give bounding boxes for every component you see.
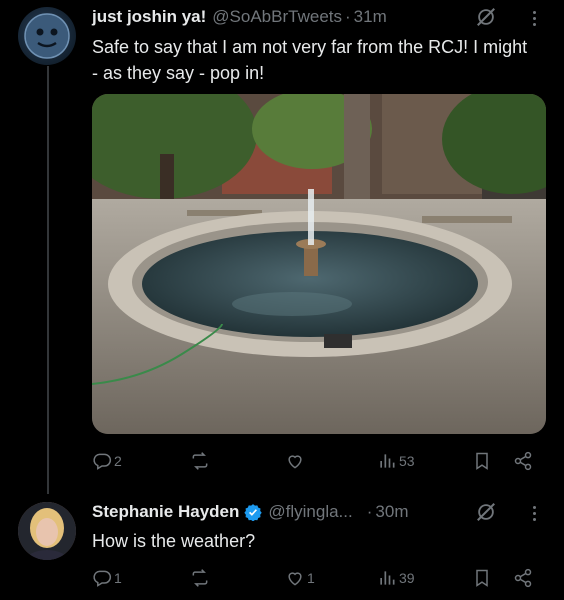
timestamp[interactable]: 30m [375, 502, 408, 522]
views-button[interactable]: 39 [377, 568, 415, 588]
grok-icon[interactable] [475, 501, 497, 523]
display-name[interactable]: just joshin ya! [92, 7, 206, 27]
repost-icon [192, 569, 208, 587]
tweet-text: Safe to say that I am not very far from … [92, 37, 528, 83]
view-count: 53 [399, 453, 415, 469]
tweet-header: Stephanie Hayden @flyingla... · 30m [92, 500, 408, 524]
more-icon[interactable] [529, 502, 539, 524]
fountain-photo [92, 94, 546, 434]
tweet-header: just joshin ya! @SoAbBrTweets · 31m [92, 5, 387, 29]
avatar[interactable] [18, 7, 76, 65]
user-handle[interactable]: @SoAbBrTweets [212, 7, 342, 27]
bookmark-icon [476, 452, 488, 470]
tweet-actions: 1 1 39 [92, 568, 546, 590]
share-icon [514, 568, 532, 588]
share-icon [514, 451, 532, 471]
like-icon [288, 455, 302, 469]
like-icon [288, 572, 302, 586]
repost-button[interactable] [190, 451, 212, 471]
thread-connector-line [47, 66, 49, 494]
like-count: 1 [307, 570, 315, 586]
reply-icon [93, 453, 112, 470]
display-name[interactable]: Stephanie Hayden [92, 502, 239, 522]
separator-dot: · [366, 502, 373, 521]
share-button[interactable] [513, 568, 533, 588]
reply-icon [93, 570, 112, 587]
views-icon [380, 571, 395, 585]
user-handle[interactable]: @flyingla... [268, 502, 352, 522]
tweet-text: How is the weather? [92, 531, 256, 551]
tweet-image[interactable] [92, 94, 546, 434]
like-button[interactable]: 1 [285, 568, 315, 588]
bookmark-icon [476, 569, 488, 587]
tweet-actions: 2 53 [92, 451, 546, 473]
view-count: 39 [399, 570, 415, 586]
grok-icon[interactable] [475, 6, 497, 28]
timestamp[interactable]: 31m [354, 7, 387, 27]
reply-count: 1 [114, 570, 122, 586]
reply-button[interactable]: 2 [92, 451, 122, 471]
views-button[interactable]: 53 [377, 451, 415, 471]
avatar[interactable] [18, 502, 76, 560]
reply-count: 2 [114, 453, 122, 469]
share-button[interactable] [513, 451, 533, 471]
repost-button[interactable] [190, 568, 212, 588]
verified-icon[interactable] [244, 503, 263, 521]
like-button[interactable] [285, 451, 307, 471]
bookmark-button[interactable] [472, 568, 492, 588]
repost-icon [192, 452, 208, 470]
views-icon [380, 454, 395, 468]
separator-dot: · [345, 7, 351, 26]
more-icon[interactable] [529, 7, 539, 29]
reply-button[interactable]: 1 [92, 568, 122, 588]
bookmark-button[interactable] [472, 451, 492, 471]
